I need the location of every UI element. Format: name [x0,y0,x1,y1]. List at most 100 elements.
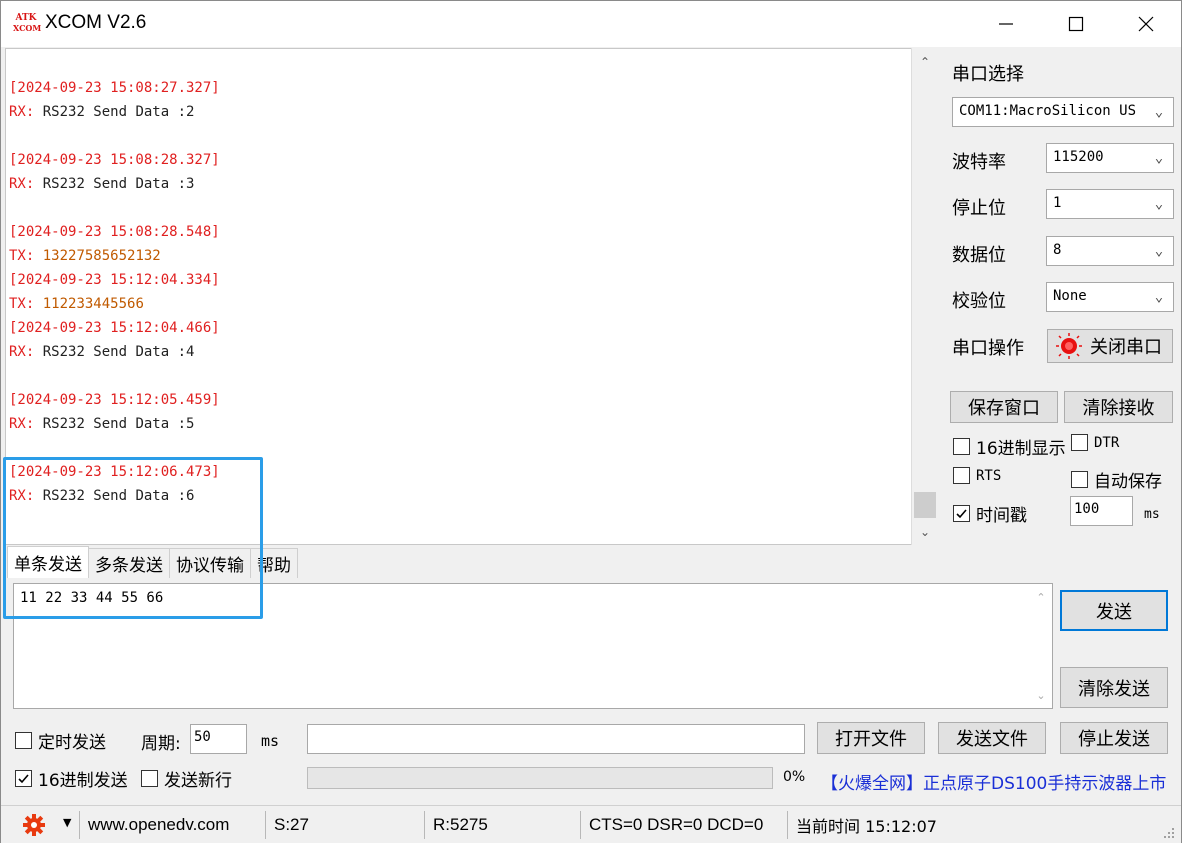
tx-data-text: 13227585652132 [34,248,161,264]
period-input[interactable]: 50 [190,724,247,754]
port-label: 串口选择 [952,64,1024,85]
logo-text-bottom: XCOM [13,23,42,33]
receive-line: [2024-09-23 15:08:27.327] [9,76,220,100]
hex-display-label: 16进制显示 [976,439,1066,459]
clear-receive-button[interactable]: 清除接收 [1064,391,1173,423]
scroll-down-icon[interactable]: ⌄ [912,520,938,544]
checkbox-box [141,770,158,787]
send-scrollbar[interactable]: ⌃ ⌄ [1030,584,1052,708]
send-input[interactable]: 11 22 33 44 55 66 ⌃ ⌄ [13,583,1053,709]
send-text: 11 22 33 44 55 66 [20,590,164,606]
receive-line: RX: RS232 Send Data :4 [9,340,220,364]
chevron-down-icon: ⌄ [1149,240,1169,262]
checkbox-box [953,467,970,484]
send-newline-checkbox[interactable]: 发送新行 [141,766,232,791]
receive-line [9,436,220,460]
scroll-down-icon[interactable]: ⌄ [1030,684,1052,706]
rts-checkbox[interactable]: RTS [953,467,1001,484]
receive-scrollbar[interactable]: ⌃ ⌄ [911,48,937,545]
scroll-up-icon[interactable]: ⌃ [912,50,938,74]
rx-data-text: RS232 Send Data :5 [34,416,195,432]
timed-send-checkbox[interactable]: 定时发送 [15,728,106,753]
clear-send-button[interactable]: 清除发送 [1060,667,1168,708]
maximize-icon [1068,16,1084,32]
baud-label: 波特率 [952,152,1006,173]
send-file-button[interactable]: 发送文件 [938,722,1046,754]
timestamp-label: 时间戳 [976,506,1027,526]
current-time: 当前时间 15:12:07 [787,811,987,839]
port-operation-label: 串口操作 [952,338,1024,359]
checkbox-box [953,505,970,522]
close-button[interactable] [1111,1,1181,47]
data-bits-select[interactable]: 8 ⌄ [1046,236,1174,266]
rts-label: RTS [976,467,1002,484]
timestamp-text: [2024-09-23 15:12:05.459] [9,392,220,408]
chevron-down-icon: ⌄ [1149,193,1169,215]
timestamp-text: [2024-09-23 15:12:04.334] [9,272,220,288]
settings-gear-icon[interactable] [21,813,47,837]
autosave-checkbox[interactable]: 自动保存 [1071,467,1162,492]
tab-help[interactable]: 帮助 [250,548,298,578]
status-bar: ▼ www.openedv.com S:27 R:5275 CTS=0 DSR=… [1,805,1181,843]
website-link[interactable]: www.openedv.com [79,811,263,839]
stop-bits-select[interactable]: 1 ⌄ [1046,189,1174,219]
file-path-input[interactable] [307,724,805,754]
hex-display-checkbox[interactable]: 16进制显示 [953,434,1066,459]
checkbox-box [1071,434,1088,451]
logo-text-top: ATK [15,13,37,23]
timestamp-unit: ms [1144,507,1160,522]
receive-line [9,124,220,148]
parity-label: 校验位 [952,291,1006,312]
baud-select[interactable]: 115200 ⌄ [1046,143,1174,173]
autosave-label: 自动保存 [1094,472,1162,492]
ad-link[interactable]: 【火爆全网】正点原子DS100手持示波器上市 [821,769,1166,794]
port-select-value: COM11:MacroSilicon US [959,103,1137,119]
receive-line: [2024-09-23 15:12:04.334] [9,268,220,292]
open-file-button[interactable]: 打开文件 [817,722,925,754]
send-newline-label: 发送新行 [164,771,232,791]
close-port-button[interactable]: 关闭串口 [1047,329,1173,363]
checkbox-box [1071,471,1088,488]
window-title: XCOM V2.6 [45,12,147,33]
close-port-label: 关闭串口 [1090,337,1162,358]
received-count: R:5275 [424,811,580,839]
checkmark-icon [18,774,29,784]
parity-select[interactable]: None ⌄ [1046,282,1174,312]
scroll-up-icon[interactable]: ⌃ [1030,586,1052,608]
stop-bits-value: 1 [1053,195,1062,211]
scroll-thumb[interactable] [914,492,936,518]
receive-line: TX: 112233445566 [9,292,220,316]
tab-single-send[interactable]: 单条发送 [7,546,89,578]
minimize-button[interactable] [971,1,1041,47]
checkbox-box [953,438,970,455]
tab-protocol[interactable]: 协议传输 [169,548,251,578]
tab-multi-send[interactable]: 多条发送 [88,548,170,578]
timestamp-interval-input[interactable]: 100 [1070,496,1133,526]
timestamp-text: [2024-09-23 15:08:27.327] [9,80,220,96]
receive-line: [2024-09-23 15:08:28.548] [9,220,220,244]
hex-send-checkbox[interactable]: 16进制发送 [15,766,128,791]
rx-data-text: RS232 Send Data :3 [34,176,195,192]
save-window-button[interactable]: 保存窗口 [950,391,1058,423]
receive-area[interactable]: [2024-09-23 15:08:27.327] RX: RS232 Send … [5,48,937,545]
receive-line: TX: 13227585652132 [9,244,220,268]
stop-send-button[interactable]: 停止发送 [1060,722,1168,754]
close-icon [1138,16,1154,32]
timestamp-checkbox[interactable]: 时间戳 [953,501,1027,526]
resize-grip-icon[interactable] [1161,825,1175,839]
led-indicator-icon [1056,333,1082,359]
receive-line: [2024-09-23 15:08:28.327] [9,148,220,172]
maximize-button[interactable] [1041,1,1111,47]
rx-prefix: RX: [9,488,35,504]
period-label: 周期: [141,734,181,754]
xcom-logo-icon: ATK XCOM [13,13,42,35]
dropdown-arrow-icon[interactable]: ▼ [63,816,71,829]
dtr-checkbox[interactable]: DTR [1071,434,1119,451]
receive-line: RX: RS232 Send Data :3 [9,172,220,196]
data-bits-label: 数据位 [952,245,1006,266]
xcom-window: ATK XCOM XCOM V2.6 [2024-09-23 15:08:27.… [0,0,1182,843]
port-select[interactable]: COM11:MacroSilicon US ⌄ [952,97,1174,127]
send-button[interactable]: 发送 [1060,590,1168,631]
tx-data-text: 112233445566 [34,296,144,312]
send-tabs: 单条发送 多条发送 协议传输 帮助 [7,546,298,578]
